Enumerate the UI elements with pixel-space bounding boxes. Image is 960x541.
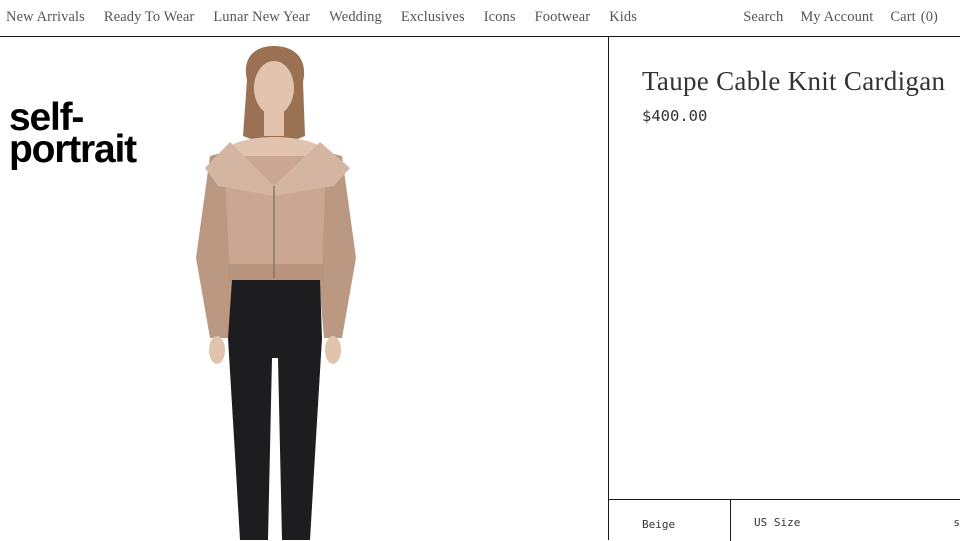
utility-nav: Search My Account Cart (0) bbox=[743, 9, 938, 26]
color-selector[interactable]: Beige bbox=[642, 518, 675, 531]
nav-lunar-new-year[interactable]: Lunar New Year bbox=[213, 9, 310, 26]
my-account-link[interactable]: My Account bbox=[800, 9, 873, 26]
nav-exclusives[interactable]: Exclusives bbox=[401, 9, 465, 26]
nav-new-arrivals[interactable]: New Arrivals bbox=[6, 9, 85, 26]
product-info-panel: Taupe Cable Knit Cardigan $400.00 Beige … bbox=[609, 38, 960, 541]
model-figure bbox=[196, 46, 356, 540]
cart-label: Cart bbox=[890, 9, 916, 25]
search-link[interactable]: Search bbox=[743, 9, 783, 26]
brand-logo-line-2: portrait bbox=[9, 128, 137, 171]
product-options-bar: Beige US Size s bbox=[609, 499, 960, 541]
truncated-option-text: s bbox=[953, 516, 960, 529]
product-image[interactable] bbox=[150, 38, 410, 540]
product-title: Taupe Cable Knit Cardigan bbox=[642, 66, 946, 96]
nav-icons[interactable]: Icons bbox=[484, 9, 516, 26]
product-price: $400.00 bbox=[642, 107, 708, 125]
nav-ready-to-wear[interactable]: Ready To Wear bbox=[104, 9, 194, 26]
options-divider bbox=[730, 500, 731, 541]
size-selector[interactable]: US Size bbox=[754, 516, 800, 529]
nav-wedding[interactable]: Wedding bbox=[329, 9, 382, 26]
cart-link[interactable]: Cart (0) bbox=[890, 9, 938, 26]
primary-nav: New Arrivals Ready To Wear Lunar New Yea… bbox=[6, 9, 637, 26]
brand-logo[interactable]: self- portrait bbox=[9, 98, 169, 171]
product-gallery: self- portrait bbox=[0, 38, 608, 540]
top-navigation: New Arrivals Ready To Wear Lunar New Yea… bbox=[0, 0, 960, 37]
nav-kids[interactable]: Kids bbox=[609, 9, 637, 26]
nav-footwear[interactable]: Footwear bbox=[535, 9, 591, 26]
cart-count: (0) bbox=[920, 9, 938, 25]
